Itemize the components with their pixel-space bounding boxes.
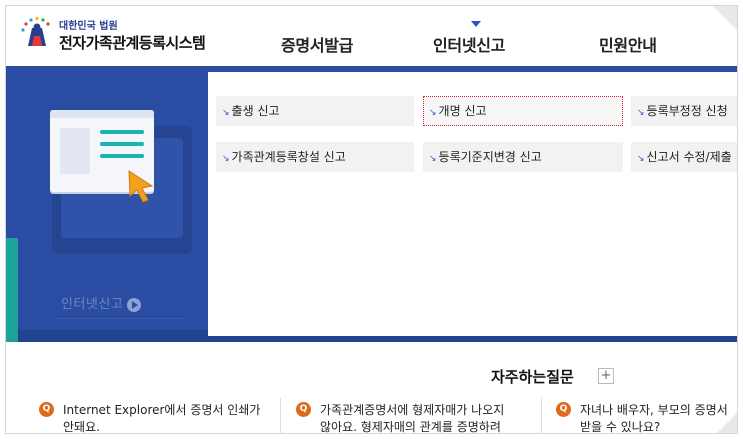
faq-question: Internet Explorer에서 증명서 인쇄가 안돼요. xyxy=(63,402,261,434)
menu-label: 가족관계등록창설 신고 xyxy=(231,150,346,164)
nav-civil-guide[interactable]: 민원안내 xyxy=(599,32,657,56)
site-header: 대한민국 법원 전자가족관계등록시스템 증명서발급 인터넷신고 민원안내 xyxy=(6,6,737,64)
faq-question: 자녀나 배우자, 부모의 증명서 받을 수 있나요? xyxy=(580,402,728,434)
arrow-icon: ↘ xyxy=(429,154,437,164)
document-header-bar xyxy=(50,110,154,118)
pointer-cursor-icon xyxy=(128,170,154,203)
menu-birth-report[interactable]: ↘ 출생 신고 xyxy=(216,96,414,126)
hint-underline xyxy=(56,318,186,319)
menu-registry-base-change[interactable]: ↘ 등록기준지변경 신고 xyxy=(423,142,623,172)
faq-line: Internet Explorer에서 증명서 인쇄가 xyxy=(63,403,261,417)
document-image-placeholder xyxy=(60,128,90,174)
teal-accent-bar xyxy=(6,238,18,342)
page-frame: 대한민국 법원 전자가족관계등록시스템 증명서발급 인터넷신고 민원안내 인터넷… xyxy=(5,5,738,434)
faq-line: 않아요. 형제자매의 관계를 증명하려 xyxy=(320,420,501,434)
menu-label: 등록부정정 신청 xyxy=(646,104,728,118)
menu-register-correction[interactable]: ↘ 등록부정정 신청 xyxy=(631,96,737,126)
arrow-icon: ↘ xyxy=(222,154,230,164)
org-name: 대한민국 법원 xyxy=(59,21,118,32)
faq-divider xyxy=(541,398,542,433)
faq-more-button[interactable]: + xyxy=(598,368,614,384)
question-icon: Q xyxy=(556,402,571,417)
nav-internet-report[interactable]: 인터넷신고 xyxy=(433,32,505,56)
arrow-icon: ↘ xyxy=(429,108,437,118)
system-name[interactable]: 전자가족관계등록시스템 xyxy=(59,32,206,53)
faq-line: 안돼요. xyxy=(63,420,100,434)
question-icon: Q xyxy=(296,402,311,417)
menu-label: 등록기준지변경 신고 xyxy=(438,150,542,164)
menu-report-edit-submit[interactable]: ↘ 신고서 수정/제출 xyxy=(631,142,737,172)
question-icon: Q xyxy=(39,402,54,417)
menu-label: 신고서 수정/제출 xyxy=(646,150,732,164)
faq-line: 가족관계증명서에 형제자매가 나오지 xyxy=(320,403,505,417)
menu-label: 출생 신고 xyxy=(231,104,280,118)
hint-label: 인터넷신고 xyxy=(61,297,124,312)
arrow-icon: ↘ xyxy=(637,108,645,118)
faq-divider xyxy=(280,398,281,433)
arrow-icon: ↘ xyxy=(637,154,645,164)
faq-question: 가족관계증명서에 형제자매가 나오지 않아요. 형제자매의 관계를 증명하려 xyxy=(320,402,505,434)
internet-report-hint: 인터넷신고 xyxy=(61,293,142,312)
nav-certificate-issuance[interactable]: 증명서발급 xyxy=(281,32,353,56)
active-nav-indicator-icon xyxy=(471,21,481,27)
document-line xyxy=(100,130,144,134)
faq-line: 받을 수 있나요? xyxy=(580,420,661,434)
menu-family-register-creation[interactable]: ↘ 가족관계등록창설 신고 xyxy=(216,142,414,172)
court-logo-icon[interactable] xyxy=(20,16,56,52)
document-line xyxy=(100,142,144,146)
arrow-icon: ↘ xyxy=(222,108,230,118)
document-line xyxy=(100,154,144,158)
menu-label: 개명 신고 xyxy=(438,104,487,118)
play-circle-icon xyxy=(127,297,142,312)
page-corner-fold xyxy=(716,412,737,433)
menu-name-change-report[interactable]: ↘ 개명 신고 xyxy=(423,96,623,126)
submenu-panel: ↘ 출생 신고 ↘ 개명 신고 ↘ 등록부정정 신청 ↘ 가족관계등록창설 신고 ↘ 등록… xyxy=(208,72,737,336)
faq-line: 자녀나 배우자, 부모의 증명서 xyxy=(580,403,728,417)
faq-title[interactable]: 자주하는질문 xyxy=(491,366,574,387)
